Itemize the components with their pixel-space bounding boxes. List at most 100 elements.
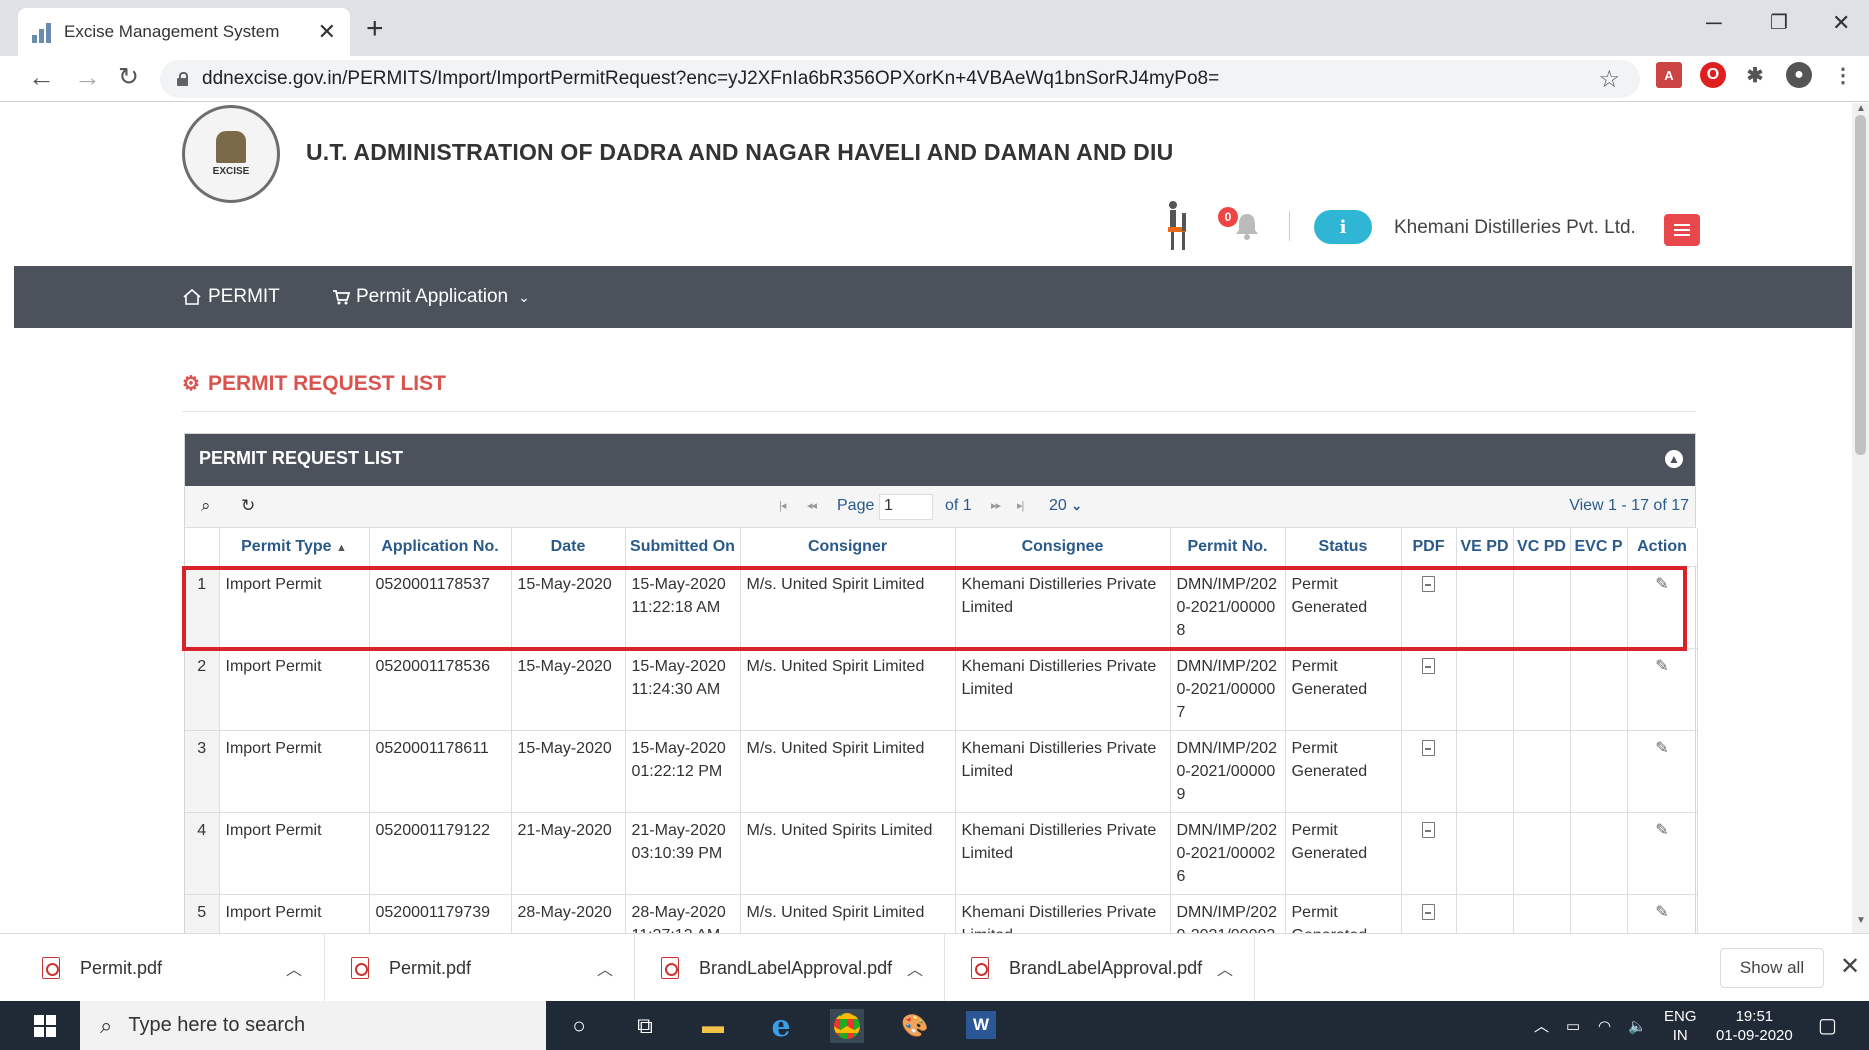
cell-date: 15-May-2020 bbox=[511, 648, 626, 731]
permit-request-table: Permit Type ▲ Application No. Date Submi… bbox=[185, 528, 1698, 933]
url-text[interactable]: ddnexcise.gov.in/PERMITS/Import/ImportPe… bbox=[202, 68, 1219, 90]
next-page-icon[interactable]: ▸▸ bbox=[991, 499, 1001, 512]
pdf-document-icon[interactable] bbox=[1422, 657, 1435, 674]
cortana-icon[interactable]: ○ bbox=[562, 1009, 596, 1043]
browser-menu-icon[interactable]: ⋮ bbox=[1830, 62, 1856, 88]
nav-permit[interactable]: PERMIT bbox=[182, 286, 280, 308]
scrollbar-thumb[interactable] bbox=[1855, 115, 1866, 455]
internet-explorer-icon[interactable]: e bbox=[764, 1009, 798, 1044]
edit-icon[interactable]: ✎ bbox=[1655, 573, 1668, 596]
window-minimize-button[interactable]: ─ bbox=[1706, 10, 1722, 36]
pdf-extension-icon[interactable]: A bbox=[1656, 62, 1682, 88]
sort-icon[interactable]: ▲ bbox=[336, 542, 347, 554]
col-header-consignee[interactable]: Consignee bbox=[955, 528, 1171, 567]
edit-icon[interactable]: ✎ bbox=[1655, 901, 1668, 924]
last-page-icon[interactable]: ▸| bbox=[1017, 499, 1024, 512]
edit-icon[interactable]: ✎ bbox=[1655, 819, 1668, 842]
battery-icon[interactable]: ▭ bbox=[1566, 1001, 1580, 1050]
back-arrow-icon[interactable]: ← bbox=[28, 62, 55, 93]
bookmark-star-icon[interactable]: ☆ bbox=[1598, 65, 1620, 94]
file-explorer-icon[interactable]: ▬ bbox=[696, 1009, 730, 1043]
col-header-application-no[interactable]: Application No. bbox=[369, 528, 512, 567]
window-restore-button[interactable]: ❐ bbox=[1770, 10, 1788, 35]
download-item[interactable]: Permit.pdf ︿ bbox=[325, 934, 635, 1002]
col-header-consigner[interactable]: Consigner bbox=[740, 528, 956, 567]
word-icon[interactable]: W bbox=[966, 1011, 996, 1039]
info-icon[interactable]: i bbox=[1314, 210, 1372, 244]
pdf-document-icon[interactable] bbox=[1422, 739, 1435, 756]
chevron-up-icon[interactable]: ︿ bbox=[286, 956, 302, 980]
col-header-submitted-on[interactable]: Submitted On bbox=[625, 528, 741, 567]
extensions-puzzle-icon[interactable]: ✱ bbox=[1742, 62, 1768, 88]
paint-icon[interactable]: 🎨 bbox=[898, 1009, 932, 1043]
edit-icon[interactable]: ✎ bbox=[1655, 655, 1668, 678]
chevron-up-icon[interactable]: ︿ bbox=[597, 956, 613, 980]
col-header-permit-type[interactable]: Permit Type ▲ bbox=[219, 528, 370, 567]
col-header-status[interactable]: Status bbox=[1285, 528, 1402, 567]
taskbar-clock[interactable]: 19:51 01-09-2020 bbox=[1716, 1001, 1793, 1050]
search-icon[interactable]: ⌕ bbox=[201, 496, 211, 516]
download-item[interactable]: BrandLabelApproval.pdf ︿ bbox=[635, 934, 945, 1002]
forward-arrow-icon[interactable]: → bbox=[74, 62, 101, 93]
notifications-center-icon[interactable]: ▢ bbox=[1818, 1001, 1837, 1050]
pdf-document-icon[interactable] bbox=[1422, 903, 1435, 920]
col-header-permit-no[interactable]: Permit No. bbox=[1170, 528, 1286, 567]
col-header-vc-pd[interactable]: VC PD bbox=[1513, 528, 1571, 567]
download-item[interactable]: Permit.pdf ︿ bbox=[0, 934, 325, 1002]
rows-per-page-select[interactable]: 20 ⌄ bbox=[1049, 497, 1082, 515]
language-indicator[interactable]: ENG IN bbox=[1664, 1001, 1697, 1050]
browser-tab[interactable]: Excise Management System ✕ bbox=[18, 8, 350, 56]
taskbar-search-box[interactable]: ⌕ Type here to search bbox=[80, 1001, 546, 1050]
chrome-icon[interactable] bbox=[830, 1009, 864, 1043]
col-header-date[interactable]: Date bbox=[511, 528, 626, 567]
table-row[interactable]: 1 Import Permit 0520001178537 15-May-2020 15… bbox=[185, 566, 1698, 649]
col-header-ve-pd[interactable]: VE PD bbox=[1456, 528, 1514, 567]
windows-start-button[interactable] bbox=[12, 1001, 78, 1050]
pdf-file-icon bbox=[661, 957, 679, 979]
scroll-up-icon[interactable]: ▲ bbox=[1856, 103, 1866, 114]
opera-extension-icon[interactable]: O bbox=[1700, 62, 1726, 88]
first-page-icon[interactable]: |◂ bbox=[779, 499, 786, 512]
url-omnibox[interactable]: ddnexcise.gov.in/PERMITS/Import/ImportPe… bbox=[160, 60, 1640, 98]
cell-submitted-on: 15-May-2020 11:24:30 AM bbox=[625, 648, 741, 731]
close-downloads-icon[interactable]: ✕ bbox=[1840, 952, 1860, 981]
tray-chevron-icon[interactable]: ︿ bbox=[1534, 1001, 1549, 1050]
col-header-action[interactable]: Action bbox=[1627, 528, 1698, 567]
collapse-icon[interactable]: ▲ bbox=[1665, 450, 1683, 468]
col-header-evc-p[interactable]: EVC P bbox=[1570, 528, 1628, 567]
chevron-up-icon[interactable]: ︿ bbox=[1217, 956, 1233, 980]
region-code: IN bbox=[1672, 1026, 1688, 1044]
search-icon: ⌕ bbox=[100, 1012, 113, 1038]
page-number-input[interactable]: 1 bbox=[879, 494, 933, 520]
tab-close-icon[interactable]: ✕ bbox=[318, 19, 336, 45]
pdf-document-icon[interactable] bbox=[1422, 575, 1435, 592]
nav-permit-application[interactable]: Permit Application ⌄ bbox=[332, 286, 530, 308]
cell-pdf bbox=[1401, 812, 1457, 895]
prev-page-icon[interactable]: ◂◂ bbox=[807, 499, 817, 512]
new-tab-button[interactable]: + bbox=[366, 12, 384, 46]
pdf-document-icon[interactable] bbox=[1422, 821, 1435, 838]
nav-permit-label: PERMIT bbox=[208, 286, 280, 307]
window-close-button[interactable]: ✕ bbox=[1832, 10, 1850, 36]
table-row[interactable]: 3 Import Permit 0520001178611 15-May-2020 15… bbox=[185, 730, 1698, 813]
table-row[interactable]: 2 Import Permit 0520001178536 15-May-2020 15… bbox=[185, 648, 1698, 731]
volume-icon[interactable]: 🔈 bbox=[1628, 1001, 1647, 1050]
page-scrollbar[interactable]: ▲ ▼ bbox=[1852, 103, 1869, 933]
refresh-icon[interactable]: ↻ bbox=[241, 496, 255, 516]
cart-icon bbox=[333, 290, 350, 305]
table-row[interactable]: 4 Import Permit 0520001179122 21-May-2020 21… bbox=[185, 812, 1698, 895]
wifi-icon[interactable]: ◠ bbox=[1598, 1001, 1611, 1050]
hamburger-menu-button[interactable] bbox=[1664, 214, 1700, 246]
scroll-down-icon[interactable]: ▼ bbox=[1856, 915, 1866, 926]
table-row[interactable]: 5 Import Permit 0520001179739 28-May-2020 28… bbox=[185, 894, 1698, 933]
edit-icon[interactable]: ✎ bbox=[1655, 737, 1668, 760]
show-all-button[interactable]: Show all bbox=[1720, 948, 1824, 988]
task-view-icon[interactable]: ⧉ bbox=[628, 1009, 662, 1043]
chevron-up-icon[interactable]: ︿ bbox=[907, 956, 923, 980]
profile-avatar-icon[interactable]: ● bbox=[1786, 62, 1812, 88]
user-name[interactable]: Khemani Distilleries Pvt. Ltd. bbox=[1394, 217, 1636, 239]
reload-icon[interactable]: ↻ bbox=[118, 62, 139, 92]
col-header-pdf[interactable]: PDF bbox=[1401, 528, 1457, 567]
cell-date: 15-May-2020 bbox=[511, 566, 626, 649]
download-item[interactable]: BrandLabelApproval.pdf ︿ bbox=[945, 934, 1255, 1002]
